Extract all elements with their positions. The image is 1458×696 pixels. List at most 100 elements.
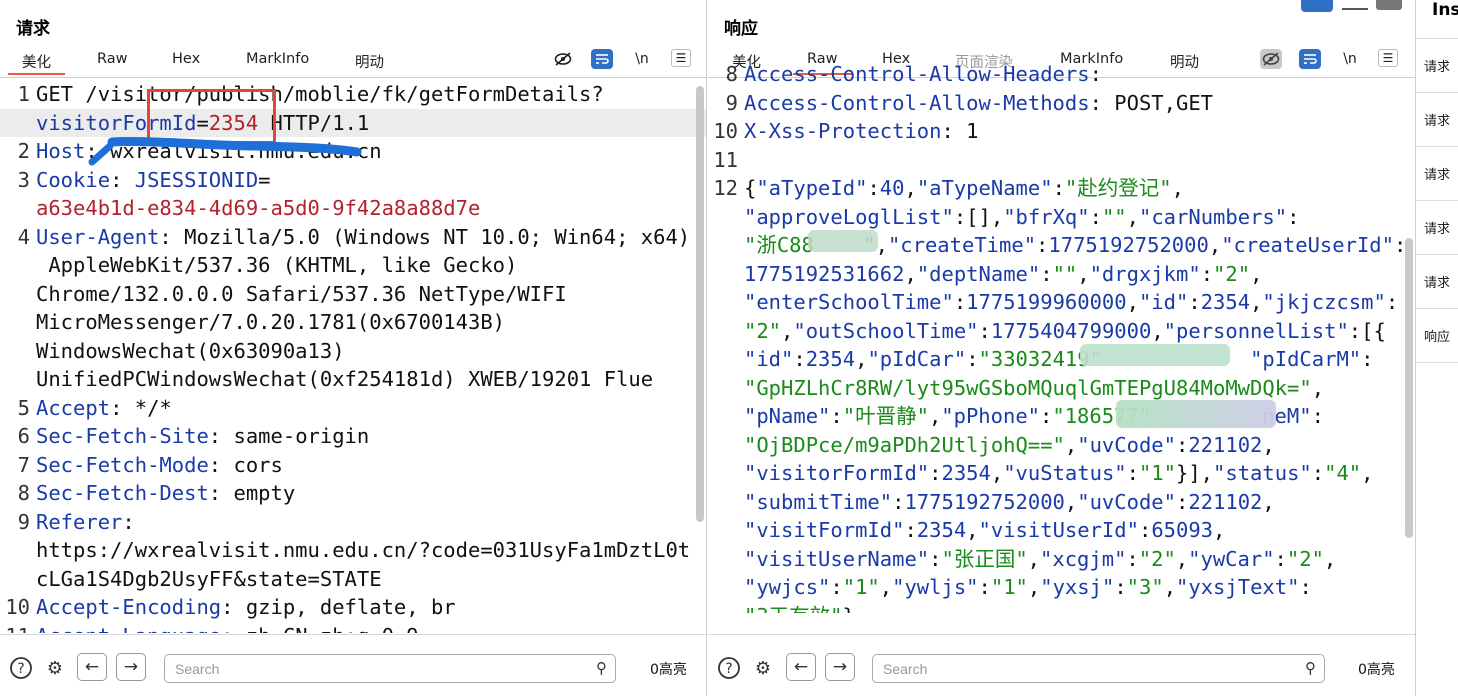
response-editor[interactable]: 8 Access-Control-Allow-Headers: 9 Access-Co…: [708, 60, 1415, 613]
code-token: :[],: [953, 204, 1004, 229]
line-content: GET /visitor/publish/moblie/fk/getFormDe…: [36, 80, 604, 109]
code-token: Referer: [36, 509, 123, 534]
code-token: ,: [1027, 575, 1041, 599]
code-line: 10 X-Xss-Protection: 1: [708, 117, 1415, 146]
tab-mingdong[interactable]: 明动: [355, 51, 384, 72]
code-token: 1775192752000: [1048, 233, 1209, 257]
line-content: MicroMessenger/7.0.20.1781(0x6700143B): [36, 308, 505, 337]
code-token: : 1: [941, 119, 979, 143]
response-search[interactable]: ⚲: [872, 654, 1325, 683]
code-token: "jkjczcsm": [1262, 290, 1386, 314]
help-icon[interactable]: ?: [8, 655, 34, 681]
divider: [1416, 38, 1458, 39]
line-number: 4: [17, 224, 30, 249]
line-content: Accept-Language: zh-CN,zh;q=0.9: [36, 622, 419, 634]
inspector-item[interactable]: 请求: [1424, 218, 1450, 237]
request-search-input[interactable]: [175, 660, 615, 677]
line-content: Sec-Fetch-Mode: cors: [36, 451, 283, 480]
code-token: :: [1089, 62, 1102, 86]
inspector-item[interactable]: 响应: [1424, 326, 1450, 345]
code-token: "visitUserId": [978, 518, 1139, 542]
line-content: "2","outSchoolTime":1775404799000,"perso…: [744, 317, 1386, 346]
code-token: :: [1040, 261, 1053, 286]
code-token: "aTypeName": [916, 176, 1053, 200]
inspector-item[interactable]: 请求: [1424, 56, 1450, 75]
code-token: :: [1385, 290, 1399, 314]
request-bottom-bar: ? ⚙ ← → ⚲ 0高亮: [0, 634, 706, 696]
line-content: "GpHZLhCr8RW/lyt95wGSboMQuqlGmTEPgU84MoM…: [744, 374, 1324, 403]
code-token: :: [929, 546, 942, 571]
code-token: 2354: [916, 518, 967, 542]
code-line: 5 Accept: */*: [0, 394, 706, 423]
code-line: 3 Cookie: JSESSIONID=: [0, 166, 706, 195]
request-search[interactable]: ⚲: [164, 654, 616, 683]
next-arrow-icon[interactable]: →: [116, 653, 146, 681]
line-number: [708, 203, 744, 232]
newline-toggle[interactable]: \n: [631, 49, 653, 69]
inspector-item[interactable]: 请求: [1424, 272, 1450, 291]
settings-gear-icon[interactable]: ⚙: [42, 655, 68, 681]
code-token: :: [1299, 575, 1312, 599]
highlight-count: 0高亮: [1358, 662, 1395, 678]
code-line: 10 Accept-Encoding: gzip, deflate, br: [0, 593, 706, 622]
code-token: Access-Control-Allow-Headers: [744, 62, 1090, 86]
code-token: :: [1311, 404, 1324, 428]
settings-gear-icon[interactable]: ⚙: [750, 655, 776, 681]
code-token: :: [1126, 461, 1139, 485]
layout-option-icon-2[interactable]: [1376, 0, 1402, 10]
divider: [1416, 308, 1458, 309]
code-token: UnifiedPCWindowsWechat(0xf254181d) XWEB/…: [36, 367, 654, 391]
search-icon: ⚲: [1305, 659, 1316, 677]
code-line: "GpHZLhCr8RW/lyt95wGSboMQuqlGmTEPgU84MoM…: [708, 374, 1415, 403]
prev-arrow-icon[interactable]: ←: [77, 653, 107, 681]
divider: [1416, 362, 1458, 363]
response-scrollbar[interactable]: [1405, 238, 1413, 538]
code-token: "": [1101, 204, 1127, 229]
code-token: Accept-Encoding: [36, 595, 222, 619]
inspector-item[interactable]: 请求: [1424, 110, 1450, 129]
code-token: : */*: [110, 395, 172, 420]
code-token: "status": [1213, 461, 1312, 485]
wrap-icon[interactable]: [591, 49, 613, 69]
code-token: "personnelList": [1163, 318, 1349, 343]
svg-text:?: ?: [17, 661, 24, 677]
code-line: "submitTime":1775192752000,"uvCode":2211…: [708, 488, 1415, 517]
redaction-blur: [1116, 400, 1276, 428]
divider: [1416, 254, 1458, 255]
code-line: "approveLoglList":[],"bfrXq":"","carNumb…: [708, 203, 1415, 232]
hide-eye-icon[interactable]: [552, 49, 574, 69]
layout-option-icon[interactable]: [1342, 2, 1368, 10]
code-token: Sec-Fetch-Mode: [36, 452, 209, 477]
menu-icon[interactable]: ☰: [671, 49, 691, 67]
code-token: "pName": [744, 404, 831, 428]
help-icon[interactable]: ?: [716, 655, 742, 681]
response-search-input[interactable]: [883, 660, 1324, 677]
code-line: "OjBDPce/m9aPDh2UtljohQ==","uvCode":2211…: [708, 431, 1415, 460]
code-line: 4 User-Agent: Mozilla/5.0 (Windows NT 10.…: [0, 223, 706, 252]
code-token: 2354: [941, 461, 991, 485]
code-token: ,: [1077, 261, 1090, 286]
line-number: 8: [17, 481, 30, 505]
code-token: : POST,GET: [1089, 90, 1213, 115]
code-line: "ywjcs":"1","ywljs":"1","yxsj":"3","yxsj…: [708, 573, 1415, 602]
tab-pretty[interactable]: 美化: [8, 51, 65, 75]
tab-raw[interactable]: Raw: [97, 51, 128, 67]
code-token: Chrome/132.0.0.0 Safari/537.36 NetType/W…: [36, 281, 567, 306]
next-arrow-icon[interactable]: →: [825, 653, 855, 681]
code-token: 1775192752000: [904, 489, 1065, 514]
code-token: : zh-CN,zh;q=0.9: [221, 624, 418, 634]
code-token: "GpHZLhCr8RW/lyt95wGSboMQuqlGmTEPgU84MoM…: [744, 375, 1312, 400]
inspector-item[interactable]: 请求: [1424, 164, 1450, 183]
line-number: 7: [17, 452, 30, 477]
prev-arrow-icon[interactable]: ←: [786, 653, 816, 681]
line-content: Referer:: [36, 508, 135, 537]
tab-markinfo[interactable]: MarkInfo: [246, 51, 309, 67]
layout-toggle-button[interactable]: [1301, 0, 1333, 12]
line-content: Sec-Fetch-Site: same-origin: [36, 422, 369, 451]
code-line: 8 Access-Control-Allow-Headers:: [708, 60, 1415, 89]
code-token: MicroMessenger/7.0.20.1781(0x6700143B): [36, 310, 505, 334]
request-scrollbar[interactable]: [696, 86, 704, 522]
code-line: "enterSchoolTime":1775199960000,"id":235…: [708, 288, 1415, 317]
tab-hex[interactable]: Hex: [172, 51, 200, 67]
line-number: [0, 365, 36, 394]
